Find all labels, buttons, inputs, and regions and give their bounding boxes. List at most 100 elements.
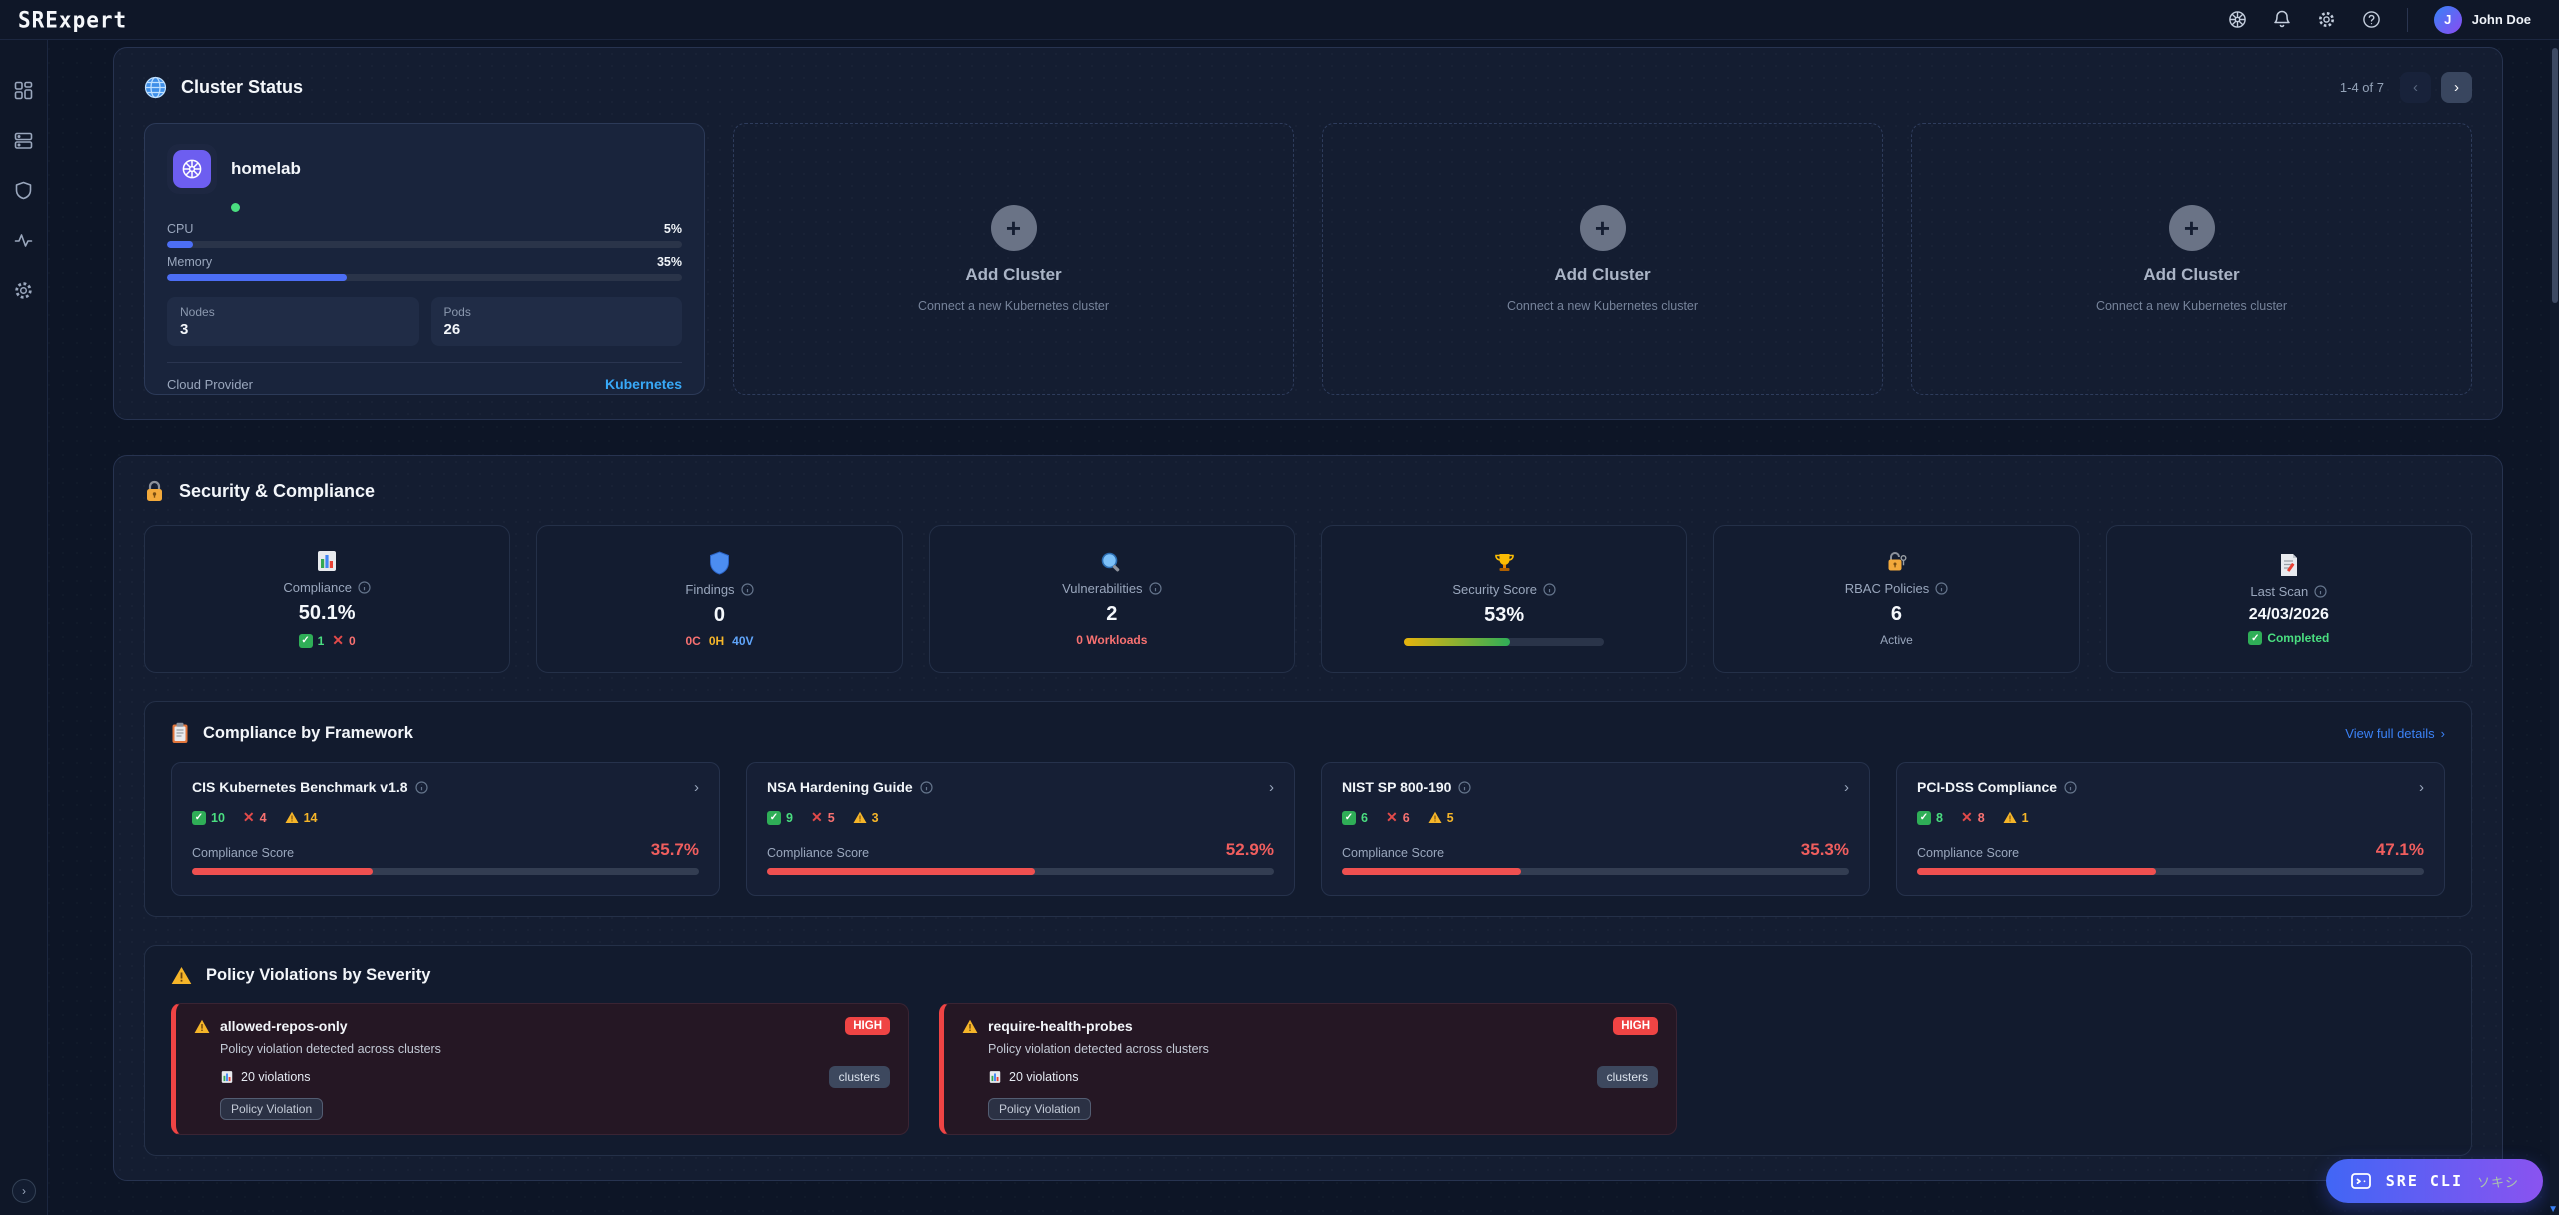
info-icon[interactable] [1148, 582, 1162, 595]
main-content: Cluster Status 1-4 of 7 ‹ › homelab CPU … [48, 40, 2559, 1215]
violation-card[interactable]: require-health-probes HIGH Policy violat… [939, 1003, 1677, 1135]
cluster-kubernetes-icon [167, 144, 217, 194]
cli-label: SRE CLI [2385, 1172, 2463, 1190]
add-cluster-card[interactable]: + Add Cluster Connect a new Kubernetes c… [733, 123, 1294, 395]
check-icon: ✓ [767, 810, 781, 825]
cli-suffix: ソキシ [2476, 1175, 2519, 1191]
sidebar-item-settings[interactable] [13, 280, 34, 301]
nodes-value: 3 [180, 321, 189, 338]
cluster-status-title: Cluster Status [181, 77, 304, 97]
x-icon: ✕ [810, 809, 823, 825]
stat-value: 6 [1890, 603, 1903, 625]
add-cluster-card[interactable]: + Add Cluster Connect a new Kubernetes c… [1911, 123, 2472, 395]
check-icon: ✓ [298, 633, 313, 648]
violation-card[interactable]: allowed-repos-only HIGH Policy violation… [171, 1003, 909, 1135]
frameworks-title: Compliance by Framework [203, 723, 413, 742]
info-icon[interactable] [1543, 583, 1556, 596]
stat-value: 0 [713, 603, 726, 626]
cluster-card-homelab[interactable]: homelab CPU 5% Memory 35% Nodes 3 Pods 2… [144, 123, 705, 395]
stat-sub: Active [1880, 633, 1913, 647]
compliance-score-bar [767, 868, 1274, 875]
sidebar-item-dashboard[interactable] [13, 80, 34, 101]
pagination-next-button[interactable]: › [2441, 72, 2472, 103]
compliance-score-label: Compliance Score [1342, 846, 1445, 860]
framework-name: PCI-DSS Compliance [1917, 779, 2058, 795]
plus-icon: + [1579, 205, 1626, 251]
info-icon[interactable] [1458, 780, 1472, 794]
framework-card[interactable]: NSA Hardening Guide › ✓ 9 ✕ 5 3 Compliance… [746, 762, 1295, 896]
kubernetes-wheel-icon[interactable] [2228, 10, 2247, 29]
bar-chart-icon [988, 1070, 1002, 1084]
severity-badge: HIGH [845, 1017, 890, 1035]
help-icon[interactable] [2362, 10, 2381, 29]
settings-gear-icon[interactable] [2317, 10, 2336, 29]
info-icon[interactable] [2314, 585, 2327, 598]
add-cluster-card[interactable]: + Add Cluster Connect a new Kubernetes c… [1322, 123, 1883, 395]
sidebar: › [0, 40, 48, 1215]
violation-type-badge: Policy Violation [988, 1098, 1092, 1120]
compliance-score-bar [1917, 868, 2424, 875]
security-title: Security & Compliance [179, 481, 376, 501]
sidebar-collapse-button[interactable]: › [12, 1179, 36, 1203]
bar-chart-icon [220, 1070, 234, 1084]
findings-high: 0H [708, 633, 725, 648]
trophy-icon [1493, 552, 1516, 575]
info-icon[interactable] [920, 780, 933, 794]
cpu-label: CPU [167, 222, 194, 236]
stat-card-rbac: RBAC Policies 6 Active [1713, 525, 2080, 673]
add-cluster-label: Add Cluster [965, 265, 1062, 284]
cluster-status-dot [231, 203, 240, 212]
sidebar-item-security[interactable] [13, 180, 34, 201]
x-icon: ✕ [1960, 809, 1973, 825]
info-icon[interactable] [414, 780, 428, 794]
violation-scope-tag[interactable]: clusters [828, 1066, 890, 1088]
view-full-details-link[interactable]: View full details › [2345, 726, 2445, 741]
nodes-label: Nodes [180, 305, 215, 319]
sidebar-item-activity[interactable] [13, 230, 34, 251]
scrollbar-thumb[interactable] [2551, 48, 2558, 303]
framework-card[interactable]: CIS Kubernetes Benchmark v1.8 › ✓ 10 ✕ 4 1… [171, 762, 720, 896]
add-cluster-sublabel: Connect a new Kubernetes cluster [1506, 299, 1699, 313]
memory-bar [167, 274, 682, 281]
check-icon: ✓ [192, 810, 206, 825]
warning-icon [285, 811, 299, 824]
scrollbar[interactable]: ▼ [2548, 40, 2559, 1215]
app-logo: SRExpert [18, 6, 128, 33]
violation-scope-tag[interactable]: clusters [1596, 1066, 1658, 1088]
framework-card[interactable]: PCI-DSS Compliance › ✓ 8 ✕ 8 1 Compliance … [1896, 762, 2445, 896]
compliance-score-value: 35.7% [650, 840, 699, 859]
cloud-provider-label: Cloud Provider [167, 376, 253, 392]
notifications-bell-icon[interactable] [2273, 10, 2291, 29]
magnifier-icon [1100, 551, 1123, 574]
framework-card[interactable]: NIST SP 800-190 › ✓ 6 ✕ 6 5 Compliance Sco… [1321, 762, 1870, 896]
memory-label: Memory [167, 255, 213, 269]
framework-name: NIST SP 800-190 [1342, 779, 1452, 795]
x-icon: ✕ [242, 809, 255, 825]
locked-with-key-icon [1885, 551, 1908, 574]
sidebar-item-clusters[interactable] [13, 130, 34, 151]
bar-chart-icon [315, 549, 339, 573]
user-menu[interactable]: J John Doe [2433, 5, 2531, 34]
cluster-status-panel: Cluster Status 1-4 of 7 ‹ › homelab CPU … [113, 47, 2503, 420]
stat-card-compliance: Compliance 50.1% ✓ 1 ✕ 0 [144, 525, 511, 673]
security-score-bar [1404, 638, 1605, 646]
info-icon[interactable] [358, 581, 371, 594]
sre-cli-button[interactable]: SRE CLI ソキシ [2325, 1159, 2543, 1203]
findings-vuln: 40V [732, 633, 754, 648]
pods-value: 26 [443, 321, 461, 338]
scrollbar-down-arrow[interactable]: ▼ [2548, 1204, 2558, 1215]
info-icon[interactable] [740, 582, 754, 596]
add-cluster-label: Add Cluster [2143, 265, 2240, 284]
info-icon[interactable] [2064, 780, 2077, 794]
info-icon[interactable] [1935, 582, 1948, 595]
avatar: J [2433, 5, 2462, 34]
stat-card-security-score: Security Score 53% [1321, 525, 1688, 673]
violation-name: require-health-probes [988, 1018, 1133, 1034]
pagination-prev-button[interactable]: ‹ [2400, 72, 2431, 103]
x-icon: ✕ [332, 632, 345, 648]
chevron-right-icon: › [694, 779, 699, 796]
cloud-provider-link[interactable]: Kubernetes [605, 376, 682, 392]
nodes-stat: Nodes 3 [167, 297, 419, 346]
warning-icon [853, 811, 867, 824]
pods-stat: Pods 26 [430, 297, 682, 346]
